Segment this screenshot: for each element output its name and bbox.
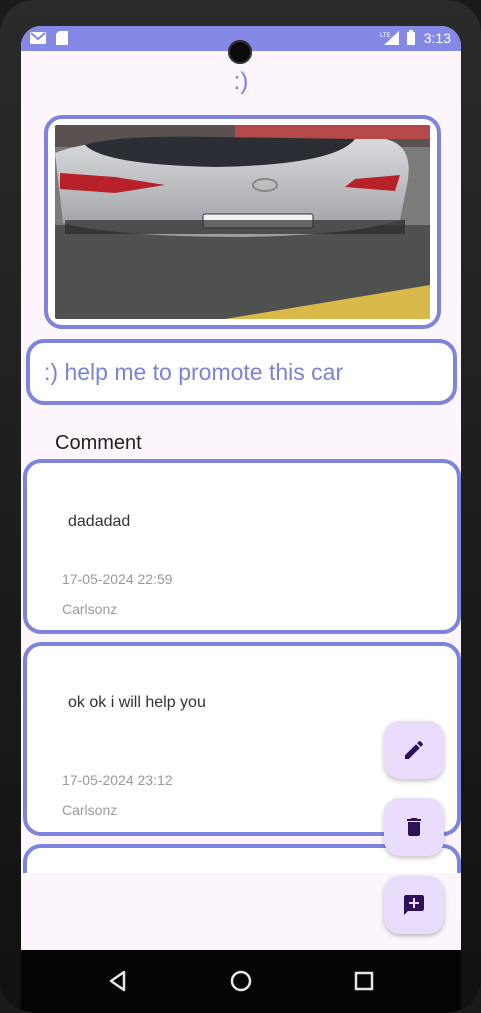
pencil-icon: [405, 740, 424, 759]
recents-icon[interactable]: [349, 966, 379, 996]
add-comment-button[interactable]: [384, 876, 444, 934]
sd-card-icon: [55, 30, 73, 46]
svg-text:LTE: LTE: [380, 33, 391, 39]
comment-date: 17-05-2024 23:12: [62, 772, 173, 788]
battery-icon: [406, 30, 416, 46]
app-screen: LTE 3:13 :):) help me to promote this c…: [21, 26, 461, 1013]
comment-user: Carlsonz: [62, 802, 118, 818]
post-title: :): [233, 68, 249, 95]
gmail-icon: [29, 30, 47, 46]
car-photo: [55, 125, 430, 319]
system-nav-bar: [21, 950, 461, 1013]
comment-user: Carlsonz: [62, 601, 118, 617]
comment-date: 17-05-2024 22:59: [62, 571, 173, 587]
post-image-card[interactable]: [44, 115, 441, 329]
post-caption-box: :) help me to promote this car: [26, 339, 457, 405]
post-caption: :) help me to promote this car: [44, 358, 344, 385]
front-camera: [228, 40, 252, 64]
comment-text: dadadad: [68, 513, 131, 530]
delete-button[interactable]: [384, 798, 444, 856]
comment-heading: Comment: [55, 432, 142, 454]
status-time: 3:13: [423, 30, 451, 46]
comment-card[interactable]: dadadad 17-05-2024 22:59 Carlsonz: [23, 459, 461, 634]
add-comment-icon: [404, 895, 424, 915]
edit-button[interactable]: [384, 721, 444, 779]
home-icon[interactable]: [226, 966, 256, 996]
back-icon[interactable]: [103, 966, 133, 996]
lte-signal-icon: LTE: [380, 30, 399, 46]
comment-text: ok ok i will help you: [68, 694, 206, 711]
device-frame: LTE 3:13 :):) help me to promote this c…: [0, 0, 481, 1013]
trash-icon: [407, 818, 421, 836]
